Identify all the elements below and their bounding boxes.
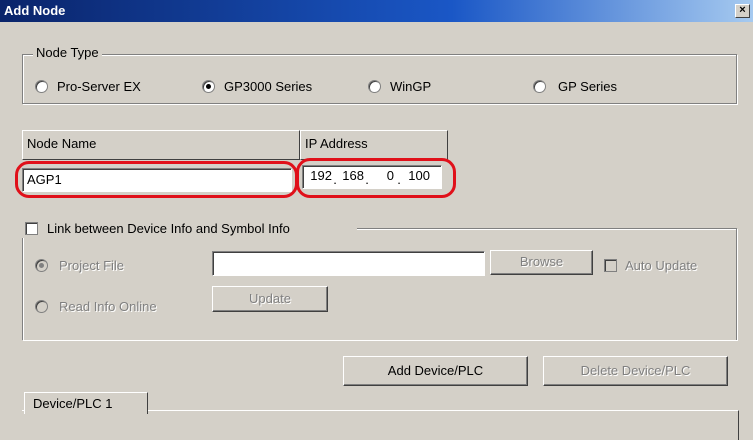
radio-gp3000-series[interactable]: GP3000 Series [198,78,348,96]
radio-gp3000-series-button[interactable] [202,80,215,93]
radio-gp3000-series-label: GP3000 Series [224,79,313,94]
auto-update-row: Auto Update [603,257,733,275]
radio-pro-server-ex-label: Pro-Server EX [57,79,141,94]
title-bar: Add Node × [0,0,753,22]
radio-project-file: Project File [35,257,175,275]
node-name-header: Node Name [22,130,300,160]
link-checkbox[interactable] [25,222,38,235]
tab-panel-border [22,410,739,440]
project-file-input [212,251,485,276]
add-device-plc-button[interactable]: Add Device/PLC [343,356,528,386]
radio-pro-server-ex-button[interactable] [35,80,48,93]
radio-wingp-button[interactable] [368,80,381,93]
ip-address-header: IP Address [300,130,448,160]
radio-read-info-online: Read Info Online [35,298,195,316]
auto-update-label: Auto Update [625,258,698,273]
update-button: Update [212,286,328,312]
close-icon[interactable]: × [735,4,750,18]
radio-wingp-label: WinGP [390,79,432,94]
radio-gp-series-button[interactable] [533,80,546,93]
radio-read-info-online-button [35,300,48,313]
ip-address-highlight [296,158,456,198]
browse-button: Browse [490,250,593,275]
node-name-highlight [15,161,298,198]
tab-device-plc-1[interactable]: Device/PLC 1 [24,392,148,414]
radio-wingp[interactable]: WinGP [364,78,484,96]
link-checkbox-label: Link between Device Info and Symbol Info [47,221,290,236]
window-title: Add Node [4,3,66,18]
auto-update-checkbox [604,259,617,272]
radio-pro-server-ex[interactable]: Pro-Server EX [35,78,185,96]
link-checkbox-row[interactable]: Link between Device Info and Symbol Info [22,220,357,238]
radio-project-file-button [35,259,48,272]
link-group [22,228,737,340]
radio-read-info-online-label: Read Info Online [59,299,157,314]
radio-gp-series-label: GP Series [558,79,618,94]
radio-project-file-label: Project File [59,258,125,273]
node-type-legend: Node Type [33,45,102,60]
radio-gp-series[interactable]: GP Series [533,78,653,96]
delete-device-plc-button: Delete Device/PLC [543,356,728,386]
